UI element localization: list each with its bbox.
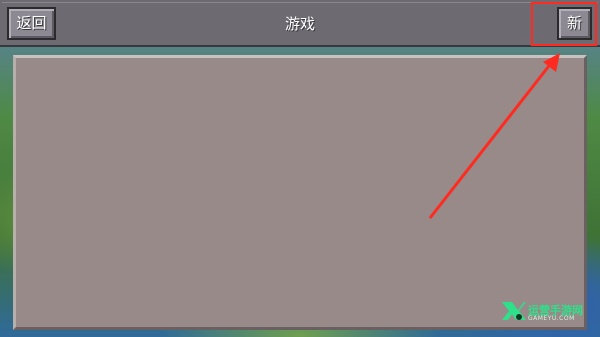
watermark-site: GAMEYU.COM <box>528 315 575 322</box>
top-bar: 返回 游戏 新 <box>0 0 600 47</box>
world-list-panel[interactable] <box>13 55 587 330</box>
new-world-button[interactable]: 新 <box>557 7 592 40</box>
watermark: 运营手游网 GAMEYU.COM <box>500 300 600 330</box>
back-button[interactable]: 返回 <box>7 7 56 40</box>
watermark-logo-icon <box>502 302 526 320</box>
page-title: 游戏 <box>284 15 315 33</box>
